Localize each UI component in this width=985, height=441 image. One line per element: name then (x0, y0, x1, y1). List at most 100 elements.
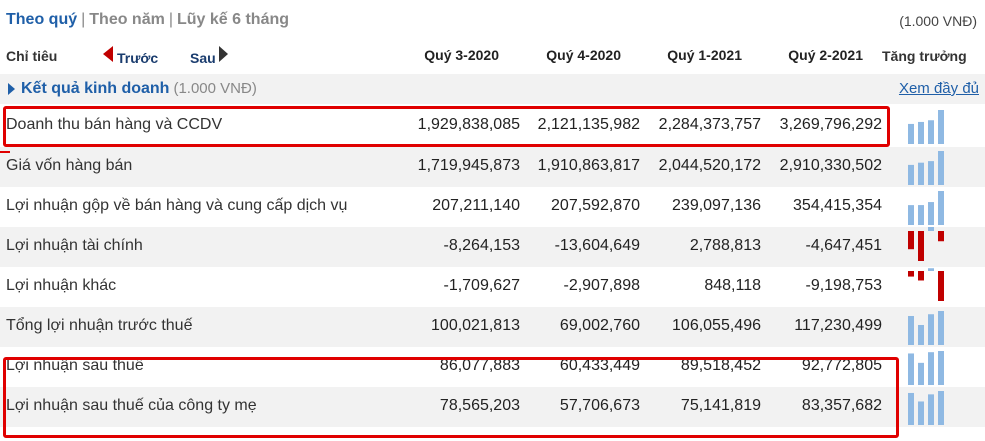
row-value: 1,929,838,085 (417, 116, 520, 133)
table-row: Lợi nhuận tài chính -8,264,153 -13,604,649… (0, 227, 985, 267)
period-tabs: Theo quý | Theo năm | Lũy kế 6 tháng (6, 11, 289, 29)
growth-bar (938, 351, 944, 385)
growth-bar (918, 205, 924, 225)
row-value: 848,118 (704, 277, 761, 294)
growth-bar (908, 123, 914, 144)
growth-bar (938, 391, 944, 425)
growth-bar (938, 151, 944, 185)
growth-bar (908, 315, 914, 345)
row-value: -9,198,753 (805, 277, 882, 294)
growth-bar (918, 162, 924, 185)
row-value: 89,518,452 (680, 357, 761, 374)
section-title: Kết quả kinh doanh (1.000 VNĐ) (21, 80, 257, 98)
growth-bar (908, 231, 914, 250)
row-value: 57,706,673 (559, 397, 640, 414)
table-row: Lợi nhuận khác -1,709,627 -2,907,898 848,11… (0, 267, 985, 307)
row-value: -8,264,153 (443, 237, 520, 254)
row-value: 117,230,499 (794, 317, 882, 334)
next-button[interactable]: Sau (190, 46, 228, 66)
row-label: Lợi nhuận khác (6, 277, 117, 294)
growth-bar (938, 191, 944, 225)
growth-chart (908, 311, 944, 345)
row-value: 86,077,883 (439, 357, 520, 374)
row-value: 106,055,496 (672, 317, 761, 334)
growth-chart (908, 110, 944, 144)
row-label: Lợi nhuận sau thuế của công ty mẹ (6, 397, 257, 414)
growth-bar (928, 314, 934, 345)
growth-bar (928, 352, 934, 385)
tab-separator: | (81, 11, 86, 28)
row-value: 92,772,805 (801, 357, 882, 374)
table-row: Lợi nhuận sau thuế của công ty mẹ 78,565,… (0, 387, 985, 427)
growth-chart (908, 351, 944, 385)
table-row: Lợi nhuận gộp về bán hàng và cung cấp dị… (0, 187, 985, 227)
row-value: 1,910,863,817 (537, 157, 640, 174)
unit-label: (1.000 VNĐ) (899, 13, 977, 29)
growth-chart (908, 151, 944, 185)
row-value: 1,719,945,873 (417, 157, 520, 174)
arrow-left-icon (103, 46, 113, 62)
row-value: -13,604,649 (554, 237, 640, 254)
row-label: Giá vốn hàng bán (6, 157, 133, 174)
arrow-right-icon (218, 46, 228, 62)
row-value: 207,592,870 (551, 197, 640, 214)
growth-header: Tăng trưởng (882, 48, 967, 64)
tab-year[interactable]: Theo năm (89, 11, 165, 28)
row-value: 2,910,330,502 (779, 157, 882, 174)
row-value: 78,565,203 (439, 397, 520, 414)
view-full-link[interactable]: Xem đầy đủ (899, 80, 979, 97)
prev-label: Trước (117, 50, 159, 66)
row-label: Lợi nhuận tài chính (6, 237, 143, 254)
row-value: 69,002,760 (559, 317, 640, 334)
row-value: -2,907,898 (563, 277, 640, 294)
row-value: 60,433,449 (559, 357, 640, 374)
growth-bar (918, 121, 924, 144)
row-value: -4,647,451 (805, 237, 882, 254)
growth-bar (928, 120, 934, 144)
row-value: 100,021,813 (431, 317, 520, 334)
section-header: Kết quả kinh doanh (1.000 VNĐ) Xem đầy đủ (0, 74, 985, 104)
next-label: Sau (190, 50, 216, 66)
quarter-header: Quý 4-2020 (546, 47, 621, 63)
section-arrow-icon (8, 83, 15, 95)
growth-chart (908, 191, 944, 225)
quarter-header: Quý 1-2021 (667, 47, 742, 63)
growth-chart (908, 268, 944, 301)
growth-bar (918, 324, 924, 345)
growth-bar (918, 401, 924, 425)
growth-bar (928, 161, 934, 185)
section-title-text: Kết quả kinh doanh (21, 80, 170, 97)
tab-cumulative[interactable]: Lũy kế 6 tháng (177, 11, 289, 28)
table-row: Doanh thu bán hàng và CCDV 1,929,838,085 2… (0, 106, 985, 146)
growth-bar (928, 227, 934, 231)
growth-chart (908, 227, 944, 261)
growth-bar (938, 311, 944, 345)
prev-button[interactable]: Trước (103, 46, 158, 66)
growth-chart (908, 391, 944, 425)
highlight-tick (0, 151, 10, 153)
row-label: Doanh thu bán hàng và CCDV (6, 116, 223, 133)
growth-bar (908, 205, 914, 225)
growth-bar (908, 353, 914, 385)
table-row: Giá vốn hàng bán 1,719,945,873 1,910,863,8… (0, 147, 985, 187)
tab-quarter[interactable]: Theo quý (6, 11, 77, 28)
growth-bar (928, 394, 934, 425)
growth-bar (908, 271, 914, 277)
growth-bar (938, 231, 944, 242)
row-value: 2,044,520,172 (658, 157, 761, 174)
growth-bar (918, 362, 924, 385)
indicator-column-label: Chỉ tiêu (6, 48, 58, 64)
growth-bar (928, 202, 934, 225)
growth-bar (928, 268, 934, 271)
growth-bar (918, 231, 924, 261)
growth-bar (938, 271, 944, 301)
row-label: Tổng lợi nhuận trước thuế (6, 317, 193, 334)
section-unit: (1.000 VNĐ) (173, 80, 257, 97)
tab-separator: | (168, 11, 173, 28)
row-label: Lợi nhuận gộp về bán hàng và cung cấp dị… (6, 197, 348, 214)
table-header: Chỉ tiêu Trước Sau Quý 3-2020 Quý 4-2020… (0, 40, 985, 70)
quarter-header: Quý 2-2021 (788, 47, 863, 63)
growth-bar (918, 271, 924, 281)
row-value: 3,269,796,292 (779, 116, 882, 133)
row-label: Lợi nhuận sau thuế (6, 357, 144, 374)
